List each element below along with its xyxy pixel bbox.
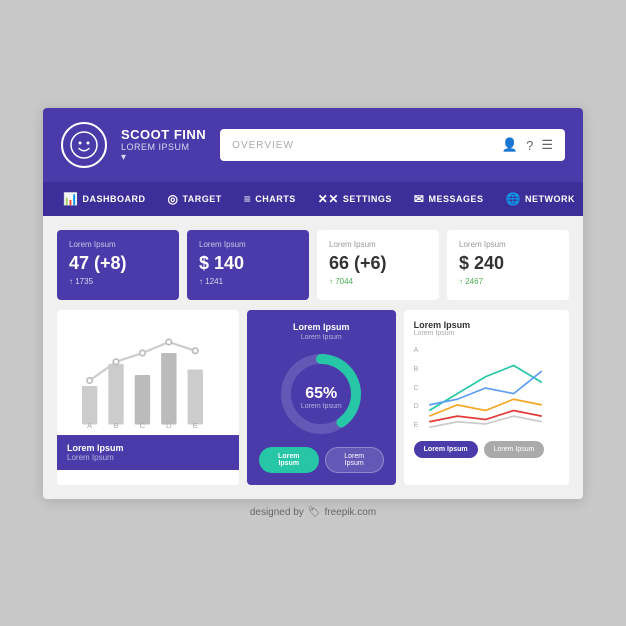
svg-text:B: B: [113, 421, 118, 430]
line-chart-body: A B C D E: [414, 343, 559, 433]
nav-item-dashboard[interactable]: 📊 DASHBOARD: [53, 182, 155, 216]
donut-chart-card: Lorem Ipsum Lorem Ipsum 65% Lore: [247, 310, 396, 485]
help-icon[interactable]: ?: [526, 138, 533, 153]
nav: 📊 DASHBOARD ◎ TARGET ≡ CHARTS ✕✕ SETTING…: [43, 182, 583, 216]
stat-label-1: Lorem Ipsum: [199, 240, 297, 249]
footer-credit: designed by 🏷 freepik.com: [250, 507, 376, 518]
footer-brand: freepik.com: [324, 507, 376, 518]
donut-chart: Lorem Ipsum Lorem Ipsum 65% Lore: [247, 310, 396, 485]
donut-container: 65% Lorem Ipsum: [276, 349, 366, 439]
nav-label-charts: CHARTS: [255, 194, 296, 204]
footer-text: designed by: [250, 507, 304, 518]
nav-item-target[interactable]: ◎ TARGET: [157, 182, 231, 216]
stat-label-0: Lorem Ipsum: [69, 240, 167, 249]
outer-wrapper: SCOOT FINN LOREM IPSUM ▾ OVERVIEW 👤 ? ☰ …: [43, 108, 583, 518]
avatar: [61, 122, 107, 168]
chevron-down-icon[interactable]: ▾: [121, 152, 206, 163]
stat-card-2: Lorem Ipsum 66 (+6) ↑ 7044: [317, 230, 439, 300]
stat-label-2: Lorem Ipsum: [329, 240, 427, 249]
dashboard-icon: 📊: [63, 192, 78, 206]
stat-change-0: ↑ 1735: [69, 277, 167, 286]
donut-percent-sub: Lorem Ipsum: [301, 403, 342, 410]
stat-value-1: $ 140: [199, 253, 297, 274]
svg-text:C: C: [140, 421, 146, 430]
svg-text:D: D: [166, 421, 172, 430]
nav-item-network[interactable]: 🌐 NETWORK: [496, 182, 584, 216]
line-chart-svg: [423, 343, 559, 433]
stat-label-3: Lorem Ipsum: [459, 240, 557, 249]
bar-chart-footer-sub: Lorem Ipsum: [67, 453, 229, 462]
stat-value-3: $ 240: [459, 253, 557, 274]
header: SCOOT FINN LOREM IPSUM ▾ OVERVIEW 👤 ? ☰: [43, 108, 583, 182]
content: Lorem Ipsum 47 (+8) ↑ 1735 Lorem Ipsum $…: [43, 216, 583, 499]
menu-icon[interactable]: ☰: [541, 137, 553, 153]
stat-value-0: 47 (+8): [69, 253, 167, 274]
dashboard: SCOOT FINN LOREM IPSUM ▾ OVERVIEW 👤 ? ☰ …: [43, 108, 583, 499]
user-info: SCOOT FINN LOREM IPSUM ▾: [121, 127, 206, 163]
y-label-b: B: [414, 366, 419, 373]
nav-item-charts[interactable]: ≡ CHARTS: [234, 182, 306, 216]
y-label-e: E: [414, 422, 419, 429]
stat-card-1: Lorem Ipsum $ 140 ↑ 1241: [187, 230, 309, 300]
messages-icon: ✉: [414, 192, 425, 206]
stat-change-3: ↑ 2467: [459, 277, 557, 286]
search-bar[interactable]: OVERVIEW 👤 ? ☰: [220, 129, 565, 161]
line-chart-card: Lorem Ipsum Lorem Ipsum A B C D E: [404, 310, 569, 485]
stat-value-2: 66 (+6): [329, 253, 427, 274]
line-chart-sub: Lorem Ipsum: [414, 330, 559, 337]
target-icon: ◎: [167, 192, 178, 206]
line-chart-y-labels: A B C D E: [414, 343, 419, 433]
stats-row: Lorem Ipsum 47 (+8) ↑ 1735 Lorem Ipsum $…: [57, 230, 569, 300]
line-chart: Lorem Ipsum Lorem Ipsum A B C D E: [404, 310, 569, 468]
svg-text:A: A: [87, 421, 93, 430]
nav-label-target: TARGET: [182, 194, 221, 204]
bar-chart-footer: Lorem Ipsum Lorem Ipsum: [57, 435, 239, 470]
nav-label-settings: SETTINGS: [343, 194, 392, 204]
search-icons: 👤 ? ☰: [502, 137, 553, 153]
donut-btn2[interactable]: Lorem Ipsum: [325, 447, 384, 473]
nav-label-messages: MESSAGES: [428, 194, 483, 204]
donut-sub: Lorem Ipsum: [301, 334, 342, 341]
donut-title: Lorem Ipsum: [293, 322, 350, 332]
stat-change-2: ↑ 7044: [329, 277, 427, 286]
bar-line-chart-card: A B C D E Lorem Ipsum Lorem Ipsum: [57, 310, 239, 485]
stat-card-3: Lorem Ipsum $ 240 ↑ 2467: [447, 230, 569, 300]
user-name: SCOOT FINN: [121, 127, 206, 142]
charts-icon: ≡: [244, 192, 252, 206]
line-chart-title: Lorem Ipsum: [414, 320, 559, 330]
stat-card-0: Lorem Ipsum 47 (+8) ↑ 1735: [57, 230, 179, 300]
settings-icon: ✕✕: [318, 192, 339, 206]
donut-percent: 65%: [305, 385, 337, 403]
nav-label-dashboard: DASHBOARD: [82, 194, 145, 204]
network-icon: 🌐: [506, 192, 521, 206]
nav-item-messages[interactable]: ✉ MESSAGES: [404, 182, 494, 216]
y-label-c: C: [414, 385, 419, 392]
y-label-a: A: [414, 347, 419, 354]
search-label: OVERVIEW: [232, 140, 294, 151]
line-chart-btn2[interactable]: Lorem Ipsum: [484, 441, 545, 458]
svg-text:E: E: [193, 421, 198, 430]
nav-label-network: NETWORK: [525, 194, 575, 204]
freepik-icon: 🏷: [308, 507, 321, 518]
user-icon[interactable]: 👤: [502, 137, 518, 153]
user-subtitle: LOREM IPSUM: [121, 142, 206, 152]
y-label-d: D: [414, 403, 419, 410]
line-chart-header: Lorem Ipsum Lorem Ipsum: [414, 320, 559, 337]
bar-line-chart: A B C D E Lorem Ipsum Lorem Ipsum: [57, 310, 239, 470]
nav-item-settings[interactable]: ✕✕ SETTINGS: [308, 182, 402, 216]
donut-buttons: Lorem Ipsum Lorem Ipsum: [259, 447, 384, 473]
charts-row: A B C D E Lorem Ipsum Lorem Ipsum: [57, 310, 569, 485]
stat-change-1: ↑ 1241: [199, 277, 297, 286]
bar-chart-footer-title: Lorem Ipsum: [67, 443, 229, 453]
line-chart-buttons: Lorem Ipsum Lorem Ipsum: [414, 441, 559, 458]
line-chart-btn1[interactable]: Lorem Ipsum: [414, 441, 478, 458]
donut-btn1[interactable]: Lorem Ipsum: [259, 447, 319, 473]
bar-line-svg: A B C D E: [67, 320, 229, 430]
